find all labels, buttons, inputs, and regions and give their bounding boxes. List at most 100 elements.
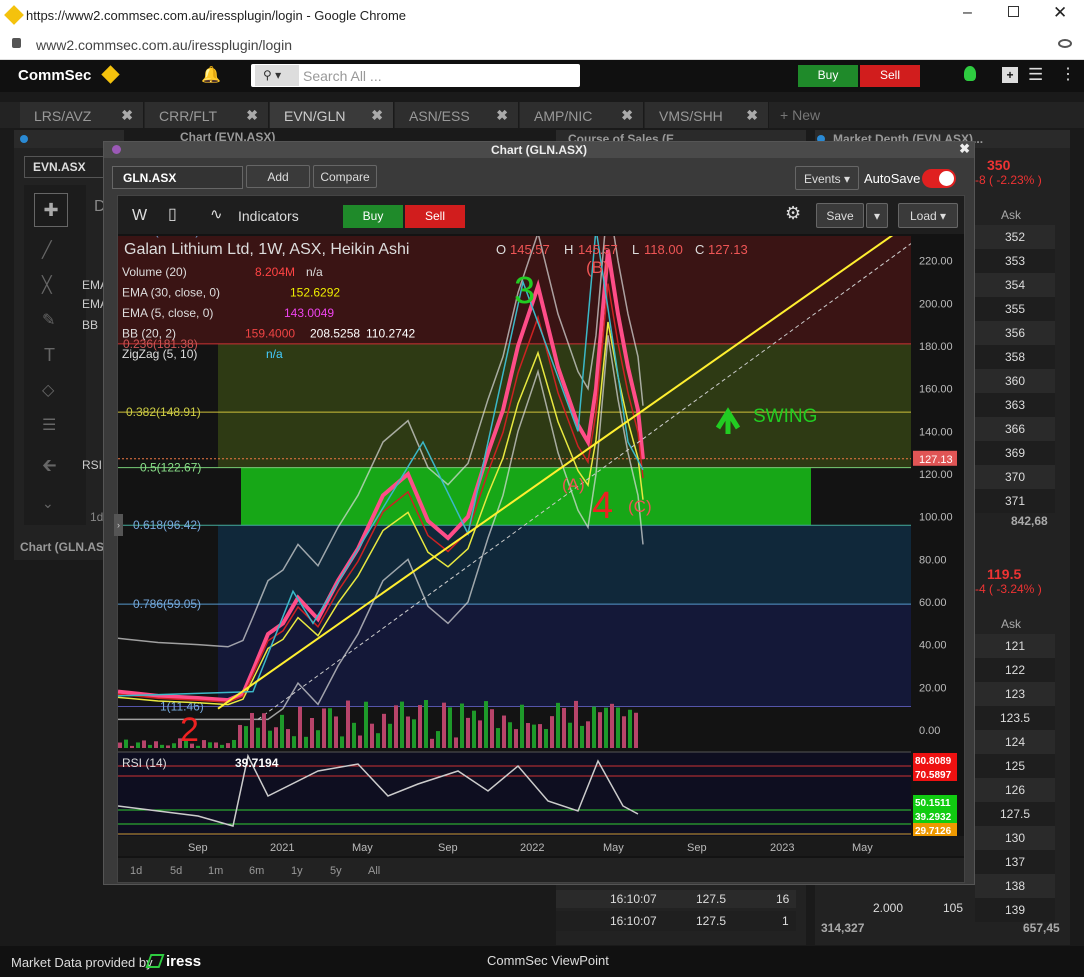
events-dropdown[interactable]: Events ▾ (795, 166, 859, 190)
rsi-level-label: 70.5897 (915, 770, 952, 781)
ask-row: 137 (975, 850, 1055, 874)
chart-window-header[interactable]: Chart (GLN.ASX) ✖ (104, 142, 974, 158)
fork-tool-icon[interactable]: ╳ (42, 275, 52, 295)
tab-lrs-avz[interactable]: LRS/AVZ ✖ (20, 102, 144, 128)
text-tool-icon[interactable]: T (44, 345, 55, 366)
lightbulb-icon[interactable] (964, 66, 976, 81)
search-input[interactable]: Search All ... (303, 68, 382, 84)
commsec-logo[interactable]: CommSec (18, 67, 91, 84)
settings-gear-icon[interactable]: ⚙ (785, 203, 801, 224)
range-button: 6m (249, 865, 264, 877)
ohlc-h: H (564, 242, 573, 257)
left-symbol-field[interactable]: EVN.ASX (24, 156, 114, 178)
indicators-button[interactable]: Indicators (238, 208, 299, 224)
minimize-icon[interactable]: – (963, 4, 972, 22)
candle-style-icon[interactable]: ▯ (168, 204, 177, 224)
volume-bar (208, 742, 212, 748)
compare-button[interactable]: Compare (313, 165, 377, 188)
menu-icon[interactable]: ☰ (1028, 65, 1043, 85)
tab-vms-shh[interactable]: VMS/SHH ✖ (645, 102, 769, 128)
tab-label: AMP/NIC (534, 108, 592, 124)
add-button[interactable]: Add (246, 165, 310, 188)
symbol-input[interactable]: GLN.ASX (112, 166, 243, 189)
left-footer-label: Chart (GLN.ASX (20, 540, 112, 554)
new-tab-button[interactable]: + New (780, 107, 820, 123)
close-tab-icon[interactable]: ✖ (246, 107, 258, 124)
close-icon[interactable]: ✕ (1053, 3, 1067, 23)
volume-bar (322, 708, 326, 748)
volume-bar (628, 710, 632, 748)
indicator-name: ZigZag (5, 10) (122, 347, 197, 361)
close-tab-icon[interactable]: ✖ (496, 107, 508, 124)
chart-sell-button[interactable]: Sell (405, 205, 465, 228)
close-window-icon[interactable]: ✖ (959, 141, 970, 157)
sidebar-collapse-icon[interactable]: › (114, 514, 123, 536)
volume-bar (352, 723, 356, 748)
measure-tool-icon[interactable]: ☰ (42, 415, 56, 435)
search-icon[interactable]: ⚲ ▾ (255, 65, 299, 86)
chevron-down-icon[interactable]: ⌄ (42, 495, 54, 512)
sales-row: 16:10:07 127.5 16 (556, 890, 796, 908)
volume-bar (250, 713, 254, 748)
load-dropdown[interactable]: Load ▾ (898, 203, 958, 228)
rsi-level-label: 80.8089 (915, 756, 952, 767)
url-text[interactable]: www2.commsec.com.au/iressplugin/login (36, 37, 292, 53)
fib-label: 0(233.87) (148, 236, 199, 238)
price-chart[interactable]: 0(233.87)0.236(181.38)0.382(148.91)0.5(1… (118, 236, 964, 882)
browser-title-bar: https://www2.commsec.com.au/iressplugin/… (0, 0, 1084, 32)
buy-button[interactable]: Buy (798, 65, 858, 87)
line-tool-icon[interactable]: ╱ (42, 240, 52, 260)
add-icon[interactable]: + (1002, 67, 1018, 83)
tab-asn-ess[interactable]: ASN/ESS ✖ (395, 102, 519, 128)
eye-icon[interactable] (1058, 39, 1072, 48)
save-dropdown-icon[interactable]: ▾ (866, 203, 888, 228)
address-bar[interactable]: www2.commsec.com.au/iressplugin/login (0, 32, 1084, 60)
interval-selector[interactable]: W (132, 207, 147, 225)
volume-bar (598, 712, 602, 748)
more-icon[interactable]: ⋮ (1060, 64, 1076, 84)
search-container[interactable]: ⚲ ▾ Search All ... (251, 64, 580, 87)
y-tick: 120.00 (919, 469, 953, 481)
close-tab-icon[interactable]: ✖ (621, 107, 633, 124)
wave-a-label: (A) (562, 475, 585, 494)
bid-total: 314,327 (821, 921, 864, 935)
rsi-level-label: 50.1511 (915, 798, 951, 809)
close-tab-icon[interactable]: ✖ (121, 107, 133, 124)
brush-tool-icon[interactable]: ✎ (42, 310, 55, 330)
window-dot-icon (112, 145, 121, 154)
volume-bar (388, 724, 392, 748)
back-arrow-icon[interactable]: 🡰 (42, 453, 57, 483)
close-tab-icon[interactable]: ✖ (746, 107, 758, 124)
autosave-toggle[interactable] (922, 169, 956, 188)
wave-c-label: (C) (628, 497, 652, 516)
indicators-icon[interactable]: ∿ (210, 205, 223, 223)
tab-amp-nic[interactable]: AMP/NIC ✖ (520, 102, 644, 128)
depth-price-2: 119.5 (987, 566, 1021, 582)
ask-row: 352 (975, 225, 1055, 249)
close-tab-icon[interactable]: ✖ (371, 107, 383, 124)
tab-crr-flt[interactable]: CRR/FLT ✖ (145, 102, 269, 128)
y-tick: 180.00 (919, 341, 953, 353)
ask-row: 123 (975, 682, 1055, 706)
ask-row: 121 (975, 634, 1055, 658)
volume-bar (454, 737, 458, 748)
ask-row: 358 (975, 345, 1055, 369)
volume-bar (508, 722, 512, 748)
bell-icon[interactable]: 🔔 (201, 65, 221, 85)
tab-label: VMS/SHH (659, 108, 723, 124)
pattern-tool-icon[interactable]: ◇ (42, 380, 54, 400)
crosshair-icon[interactable]: ✚ (34, 193, 68, 227)
sale-qty: 16 (776, 892, 789, 906)
ask-row: 139 (975, 898, 1055, 922)
chart-buy-button[interactable]: Buy (343, 205, 403, 228)
volume-bar (436, 731, 440, 748)
chart-window: Chart (GLN.ASX) ✖ GLN.ASX Add Compare Ev… (103, 141, 975, 885)
chart-area[interactable]: W ▯ ∿ Indicators Buy Sell ⚙ Save ▾ Load … (117, 195, 965, 883)
window-title: https://www2.commsec.com.au/iressplugin/… (26, 8, 406, 23)
maximize-icon[interactable] (1008, 6, 1019, 17)
range-button: 5y (330, 865, 342, 877)
save-button[interactable]: Save (816, 203, 864, 228)
tab-evn-gln[interactable]: EVN/GLN ✖ (270, 102, 394, 128)
y-tick: 40.00 (919, 640, 947, 652)
sell-button[interactable]: Sell (860, 65, 920, 87)
